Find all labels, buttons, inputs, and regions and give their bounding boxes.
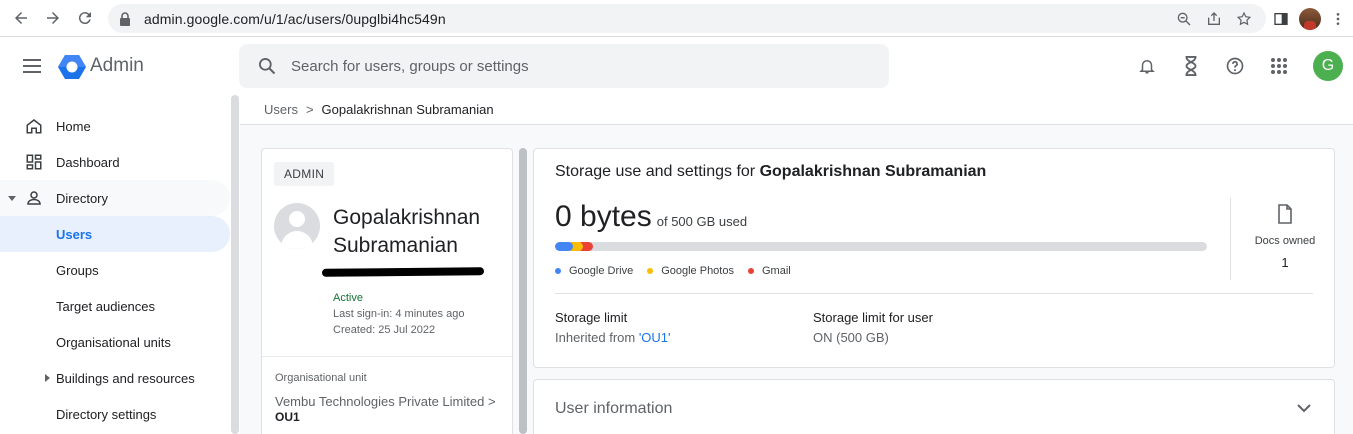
left-panel-scrollbar[interactable]: [519, 148, 527, 434]
search-input[interactable]: [291, 57, 851, 75]
vertical-divider: [1230, 198, 1231, 280]
document-icon: [1278, 204, 1292, 224]
bookmark-star-icon[interactable]: [1236, 11, 1252, 27]
help-icon: [1226, 57, 1244, 75]
legend-gmail: Gmail: [747, 265, 791, 277]
home-icon: [24, 116, 44, 136]
arrow-left-icon: [15, 12, 27, 24]
dashboard-icon: [24, 152, 44, 172]
ou-path: Vembu Technologies Private Limited >: [275, 394, 496, 409]
browser-profile-avatar[interactable]: [1299, 7, 1321, 30]
side-panel-icon[interactable]: [1273, 11, 1289, 27]
user-name: Gopalakrishnan Subramanian: [333, 206, 481, 257]
app-title[interactable]: Admin: [90, 55, 144, 77]
collapsed-caret-icon[interactable]: [45, 374, 50, 382]
breadcrumb-separator: >: [305, 101, 314, 117]
help-button[interactable]: [1213, 44, 1257, 88]
account-avatar[interactable]: G: [1313, 51, 1343, 81]
app-header: Admin G: [0, 37, 1353, 95]
sidebar-item-organisational-units[interactable]: Organisational units: [0, 324, 230, 360]
storage-card: Storage use and settings for Gopalakrish…: [533, 148, 1335, 368]
address-bar[interactable]: admin.google.com/u/1/ac/users/0upglbi4hc…: [108, 4, 1266, 33]
storage-limit-value: Inherited from 'OU1': [555, 330, 671, 345]
storage-used: 0 bytes of 500 GB used: [555, 200, 747, 234]
storage-used-value: 0 bytes: [555, 200, 652, 233]
breadcrumb-users-link[interactable]: Users: [264, 102, 298, 117]
sidebar-item-target-audiences[interactable]: Target audiences: [0, 288, 230, 324]
sidebar-item-label: Organisational units: [56, 334, 171, 350]
docs-owned-label: Docs owned: [1254, 235, 1316, 247]
ou-label: Organisational unit: [275, 372, 367, 384]
lock-icon: [118, 11, 132, 26]
bar-segment-drive: [555, 242, 573, 251]
user-storage-limit-value: ON (500 GB): [813, 330, 889, 345]
sidebar-item-label: Directory settings: [56, 406, 157, 422]
apps-grid-icon: [1271, 58, 1287, 74]
sidebar-item-directory[interactable]: Directory: [0, 180, 230, 216]
back-button[interactable]: [8, 5, 34, 31]
sidebar-item-label: Users: [56, 226, 93, 242]
ou-leaf: OU1: [275, 410, 300, 424]
user-information-title: User information: [555, 400, 673, 417]
arrow-right-icon: [47, 12, 59, 24]
reload-button[interactable]: [72, 5, 98, 31]
breadcrumb: Users > Gopalakrishnan Subramanian: [264, 101, 494, 117]
sidebar-item-home[interactable]: Home: [0, 108, 230, 144]
forward-button[interactable]: [40, 5, 66, 31]
sidebar-item-label: Home: [56, 118, 91, 134]
storage-title: Storage use and settings for Gopalakrish…: [555, 163, 987, 180]
legend-drive: Google Drive: [555, 265, 633, 277]
more-vert-icon[interactable]: [1331, 11, 1345, 27]
role-chip: ADMIN: [274, 162, 335, 186]
storage-legend: Google Drive Google Photos Gmail: [555, 265, 805, 277]
zoom-icon[interactable]: [1176, 11, 1192, 27]
sidebar-item-directory-settings[interactable]: Directory settings: [0, 396, 230, 432]
ou1-link[interactable]: 'OU1': [639, 330, 671, 345]
admin-logo-icon[interactable]: [58, 54, 86, 80]
apps-button[interactable]: [1257, 44, 1301, 88]
user-information-card[interactable]: User information: [533, 379, 1335, 434]
breadcrumb-current: Gopalakrishnan Subramanian: [321, 101, 494, 117]
sidebar-item-groups[interactable]: Groups: [0, 252, 230, 288]
docs-owned-count: 1: [1281, 255, 1289, 270]
legend-photos: Google Photos: [647, 265, 734, 277]
docs-owned: Docs owned 1: [1239, 204, 1331, 270]
card-divider: [262, 356, 512, 357]
tasks-button[interactable]: [1169, 44, 1213, 88]
sidebar-item-label: Target audiences: [56, 298, 156, 314]
expand-caret-icon[interactable]: [8, 195, 16, 201]
reload-icon: [78, 12, 91, 25]
share-icon[interactable]: [1206, 11, 1222, 27]
sidebar-item-dashboard[interactable]: Dashboard: [0, 144, 230, 180]
user-storage-limit-heading: Storage limit for user: [813, 310, 933, 325]
user-summary-card: ADMIN Gopalakrishnan Subramanian Active …: [261, 148, 513, 434]
storage-quota: of 500 GB used: [656, 214, 748, 229]
user-avatar[interactable]: [274, 203, 320, 249]
user-status: Active: [333, 292, 363, 304]
person-icon: [24, 188, 44, 208]
sidebar-item-label: Buildings and resources: [56, 370, 195, 386]
browser-toolbar: admin.google.com/u/1/ac/users/0upglbi4hc…: [0, 0, 1353, 37]
search-icon[interactable]: [255, 54, 279, 78]
bell-icon: [1139, 60, 1155, 74]
created-date: Created: 25 Jul 2022: [333, 324, 436, 336]
main-menu-icon[interactable]: [22, 56, 42, 76]
sidebar-scrollbar[interactable]: [231, 95, 239, 434]
url-text: admin.google.com/u/1/ac/users/0upglbi4hc…: [144, 10, 446, 27]
sidebar-item-label: Directory: [56, 190, 109, 206]
sidebar-item-buildings-resources[interactable]: Buildings and resources: [0, 360, 230, 396]
storage-limit-heading: Storage limit: [555, 310, 628, 325]
notifications-button[interactable]: [1125, 44, 1169, 88]
sidebar-item-label: Dashboard: [56, 154, 120, 170]
search-bar[interactable]: [239, 44, 889, 88]
sidebar: Home Dashboard Directory Users Groups Ta…: [0, 95, 240, 434]
storage-divider: [555, 293, 1313, 294]
sidebar-item-label: Groups: [56, 262, 99, 278]
storage-usage-bar: [555, 242, 1207, 251]
redacted-email: [321, 267, 485, 277]
sidebar-item-users[interactable]: Users: [0, 216, 230, 252]
last-signin: Last sign-in: 4 minutes ago: [333, 308, 465, 320]
chevron-down-icon[interactable]: [1294, 398, 1314, 418]
hourglass-icon: [1185, 56, 1197, 76]
